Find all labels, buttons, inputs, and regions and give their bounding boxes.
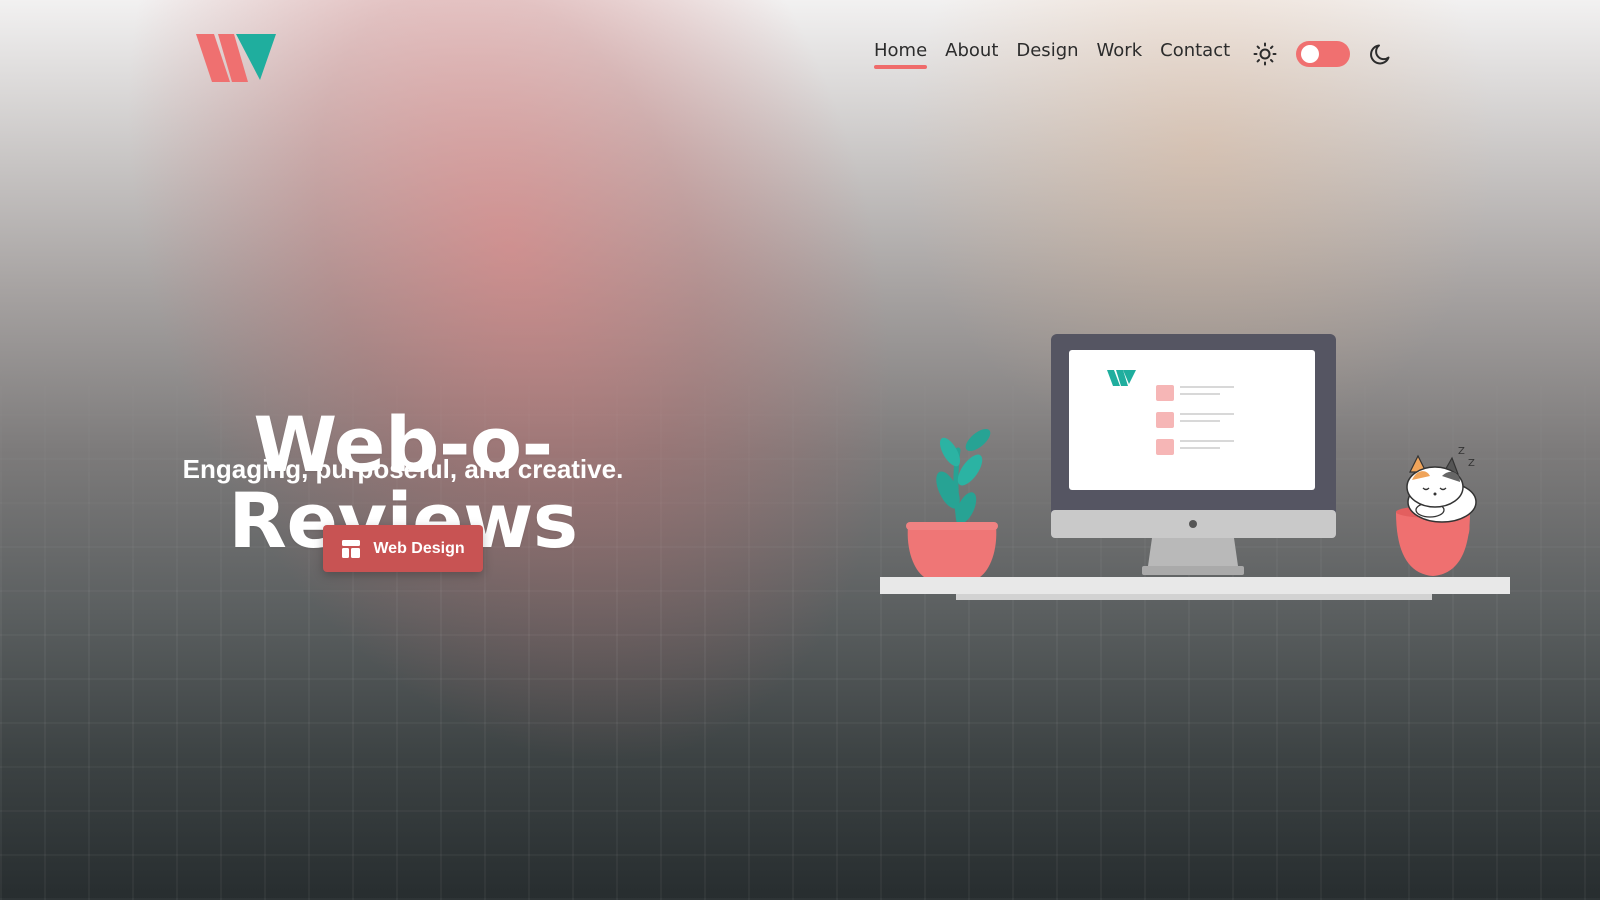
nav-link-home[interactable]: Home (874, 40, 928, 69)
nav-link-design[interactable]: Design (1016, 40, 1078, 67)
web-design-button-label: Web Design (373, 539, 465, 557)
nav-link-work[interactable]: Work (1097, 40, 1143, 67)
logo-icon (196, 34, 276, 82)
plant-illustration (906, 428, 998, 577)
shelf-illustration (880, 577, 1510, 600)
hero-subtitle: Engaging, purposeful, and creative. (182, 454, 624, 484)
nav-link-about[interactable]: About (945, 40, 998, 67)
theme-toggle[interactable] (1296, 40, 1351, 67)
web-design-button[interactable]: Web Design (323, 525, 483, 572)
moon-icon[interactable] (1368, 41, 1394, 67)
nav-link-contact[interactable]: Contact (1160, 40, 1230, 67)
main-nav: Home About Design Work Contact (874, 40, 1394, 69)
desk-illustration: Z Z (870, 330, 1520, 610)
svg-text:Z: Z (1458, 446, 1465, 457)
svg-text:Z: Z (1468, 458, 1475, 469)
sun-icon[interactable] (1252, 41, 1278, 67)
layout-icon (341, 539, 361, 559)
theme-toggle-knob (1301, 44, 1320, 63)
site-logo[interactable] (196, 32, 278, 84)
monitor-illustration (1051, 334, 1336, 575)
cat-cup-illustration: Z Z (1396, 446, 1477, 576)
